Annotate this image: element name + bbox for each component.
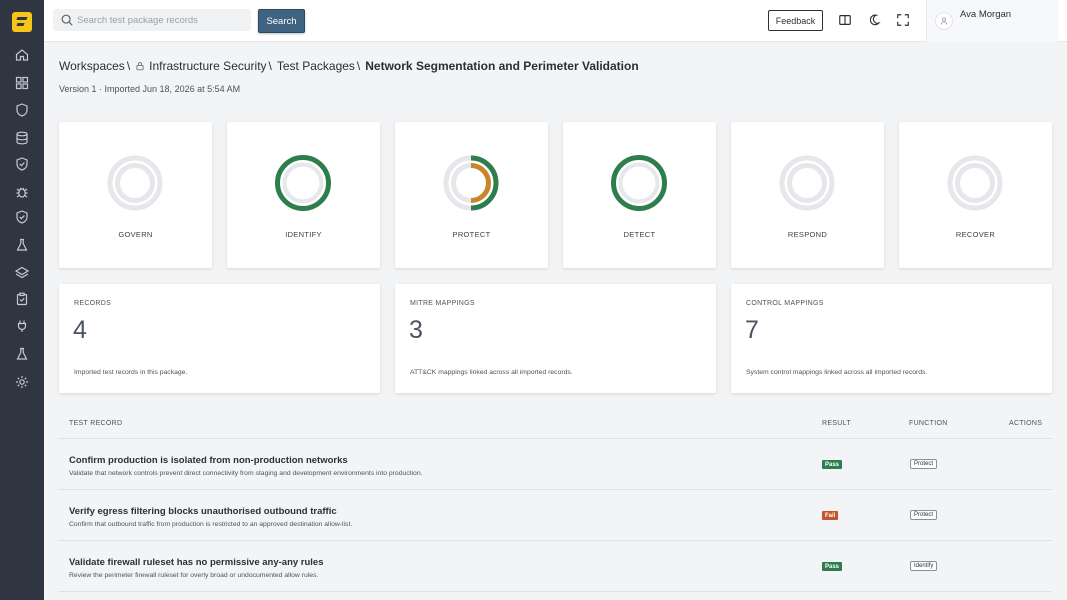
function-status-ring: [611, 155, 667, 211]
function-card-identify[interactable]: IDENTIFY: [227, 122, 380, 268]
user-icon: [940, 17, 948, 25]
layers-icon[interactable]: [14, 265, 30, 281]
breadcrumb-separator: \: [268, 59, 272, 73]
user-name: Ava Morgan: [960, 9, 1012, 20]
function-tag: Protect: [910, 510, 938, 520]
function-status-ring: [947, 155, 1003, 211]
search-input[interactable]: [77, 9, 247, 31]
function-tag: Identify: [910, 561, 938, 571]
table-row[interactable]: Validate firewall ruleset has no permiss…: [59, 541, 1052, 592]
function-status-ring: [275, 155, 331, 211]
breadcrumb: Workspaces \ Infrastructure Security \ T…: [59, 59, 639, 73]
test-record-title[interactable]: Validate firewall ruleset has no permiss…: [69, 557, 324, 568]
settings-icon[interactable]: [14, 374, 30, 390]
app-logo[interactable]: [12, 12, 32, 32]
table-row[interactable]: Confirm production is isolated from non-…: [59, 439, 1052, 490]
ring-inner: [282, 162, 324, 204]
stat-value: 4: [73, 316, 87, 344]
function-label: GOVERN: [118, 230, 153, 239]
table-row[interactable]: Verify egress filtering blocks unauthori…: [59, 490, 1052, 541]
test-records-table: TEST RECORD RESULT FUNCTION ACTIONS Conf…: [59, 408, 1052, 592]
shield-check-icon[interactable]: [14, 209, 30, 225]
test-record-title[interactable]: Confirm production is isolated from non-…: [69, 455, 348, 466]
breadcrumb-infrastructure-security[interactable]: Infrastructure Security: [149, 59, 266, 73]
test-record-description: Review the perimeter firewall ruleset fo…: [69, 572, 319, 579]
avatar: [935, 12, 953, 30]
function-card-respond[interactable]: RESPOND: [731, 122, 884, 268]
function-status-ring: [779, 155, 835, 211]
table-header: TEST RECORD RESULT FUNCTION ACTIONS: [59, 408, 1052, 439]
function-status-ring: [443, 155, 499, 211]
ring-inner-empty: [955, 163, 995, 203]
function-card-recover[interactable]: RECOVER: [899, 122, 1052, 268]
feedback-button[interactable]: Feedback: [768, 10, 823, 31]
function-label: IDENTIFY: [285, 230, 322, 239]
ring-inner: [618, 162, 660, 204]
breadcrumb-workspaces[interactable]: Workspaces: [59, 59, 125, 73]
user-menu[interactable]: Ava Morgan: [926, 0, 1058, 42]
stat-description: Imported test records in this package.: [74, 369, 188, 376]
ring-fail-arc: [470, 163, 491, 203]
grid-icon[interactable]: [14, 75, 30, 91]
dark-mode-icon[interactable]: [867, 13, 881, 27]
package-version-info: Version 1 · Imported Jun 18, 2026 at 5:5…: [59, 84, 241, 94]
breadcrumb-test-packages[interactable]: Test Packages: [277, 59, 355, 73]
lock-icon: [136, 62, 144, 71]
function-label: DETECT: [623, 230, 656, 239]
top-bar: Search Feedback Ava Morgan: [44, 0, 1067, 42]
database-icon[interactable]: [14, 130, 30, 146]
ring-inner-empty: [787, 163, 827, 203]
test-record-title[interactable]: Verify egress filtering blocks unauthori…: [69, 506, 337, 517]
function-label: RESPOND: [787, 230, 828, 239]
col-test-record[interactable]: TEST RECORD: [69, 420, 122, 427]
bug-icon[interactable]: [14, 184, 30, 200]
function-card-detect[interactable]: DETECT: [563, 122, 716, 268]
stat-value: 3: [409, 316, 423, 344]
search-box: [53, 9, 251, 31]
home-icon[interactable]: [14, 47, 30, 63]
function-card-protect[interactable]: PROTECT: [395, 122, 548, 268]
result-badge: Pass: [822, 460, 843, 469]
function-label: RECOVER: [955, 230, 996, 239]
test-record-description: Confirm that outbound traffic from produ…: [69, 521, 353, 528]
test-record-description: Validate that network controls prevent d…: [69, 470, 423, 477]
col-actions: ACTIONS: [1009, 420, 1043, 427]
result-badge: Fail: [822, 511, 839, 520]
function-status-ring: [107, 155, 163, 211]
stat-description: System control mappings linked across al…: [746, 369, 928, 376]
breadcrumb-separator: \: [126, 59, 131, 73]
function-label: PROTECT: [452, 230, 491, 239]
stat-description: ATT&CK mappings linked across all import…: [410, 369, 573, 376]
stat-label: RECORDS: [74, 300, 112, 307]
stat-value: 7: [745, 316, 759, 344]
search-icon: [60, 13, 74, 27]
flask-icon[interactable]: [14, 237, 30, 253]
book-icon[interactable]: [838, 13, 852, 27]
breadcrumb-separator: \: [356, 59, 361, 73]
stat-card-mitre-mappings: MITRE MAPPINGS 3 ATT&CK mappings linked ac…: [395, 284, 716, 393]
col-result[interactable]: RESULT: [822, 420, 851, 427]
flask-icon[interactable]: [14, 346, 30, 362]
col-function[interactable]: FUNCTION: [909, 420, 948, 427]
shield-icon[interactable]: [14, 102, 30, 118]
page-title: Network Segmentation and Perimeter Valid…: [365, 59, 639, 73]
function-card-govern[interactable]: GOVERN: [59, 122, 212, 268]
sidebar: [0, 0, 44, 600]
function-tag: Protect: [910, 459, 938, 469]
shield-check-icon[interactable]: [14, 156, 30, 172]
ring-inner-empty: [115, 163, 155, 203]
stat-card-control-mappings: CONTROL MAPPINGS 7 System control mappings…: [731, 284, 1052, 393]
result-badge: Pass: [822, 562, 843, 571]
plug-icon[interactable]: [14, 318, 30, 334]
search-button[interactable]: Search: [258, 9, 305, 33]
stat-label: CONTROL MAPPINGS: [746, 300, 824, 307]
clipboard-icon[interactable]: [14, 291, 30, 307]
stat-card-records: RECORDS 4 Imported test records in this pa…: [59, 284, 380, 393]
stat-label: MITRE MAPPINGS: [410, 300, 475, 307]
fullscreen-icon[interactable]: [896, 13, 910, 27]
